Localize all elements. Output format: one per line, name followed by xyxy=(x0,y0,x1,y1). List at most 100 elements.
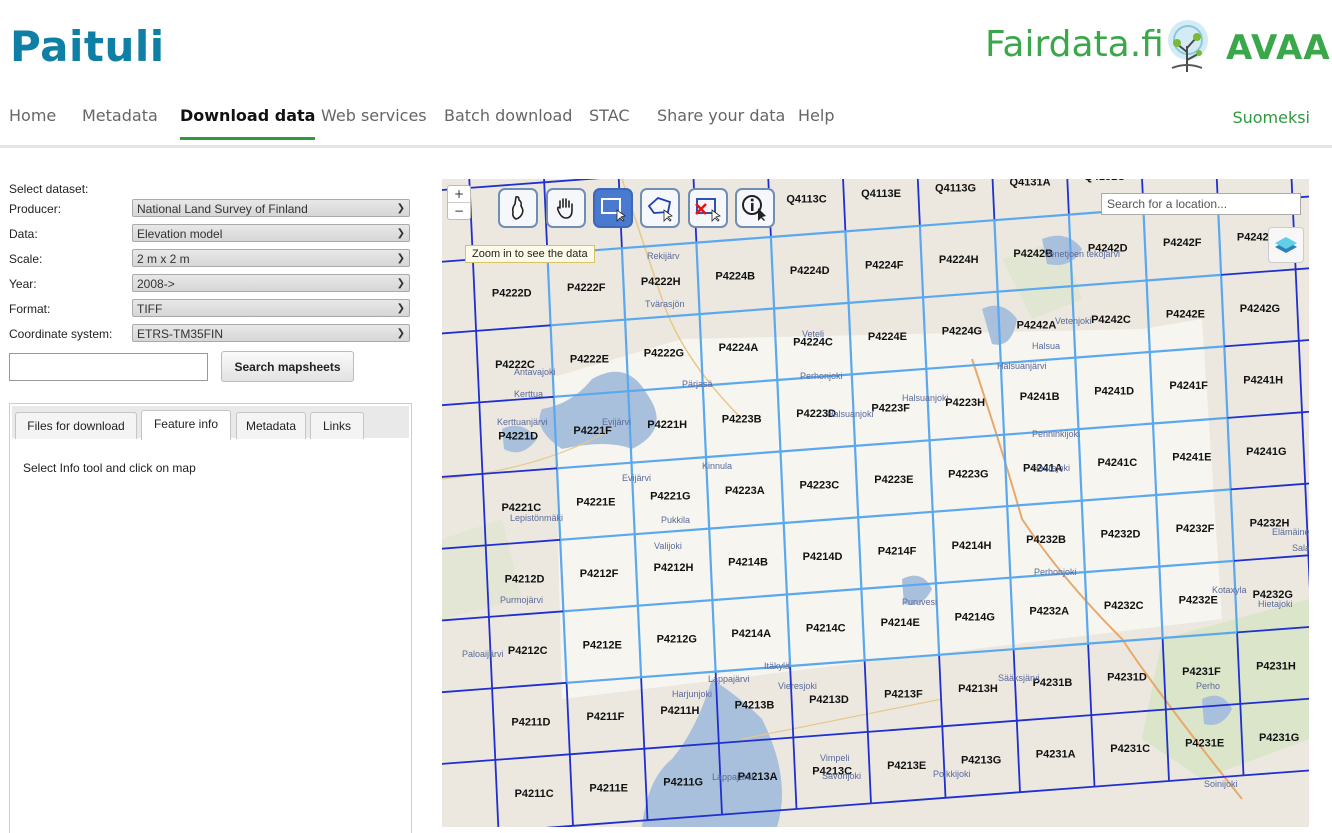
mapsheet-label: Q4131A xyxy=(1010,179,1051,189)
feature-info-text: Select Info tool and click on map xyxy=(23,461,196,475)
place-label: Lepistönmäki xyxy=(510,513,563,523)
mapsheet-label: P4224E xyxy=(868,331,907,343)
data-label: Data: xyxy=(9,227,38,241)
place-label: Sääksjärvi xyxy=(998,673,1040,683)
nav-divider xyxy=(0,145,1332,148)
search-mapsheets-button[interactable]: Search mapsheets xyxy=(221,351,354,382)
fairdata-logo[interactable]: Fairdata.fi xyxy=(985,24,1164,65)
nav-metadata[interactable]: Metadata xyxy=(82,106,158,137)
mapsheet-label: P4213F xyxy=(884,688,923,700)
mapsheet-label: P4224G xyxy=(942,325,982,337)
place-label: Venetjoen tekojärvi xyxy=(1044,249,1120,259)
mapsheet-search-input[interactable] xyxy=(9,353,208,381)
polygon-select-icon xyxy=(647,196,673,222)
mapsheet-label: P4242E xyxy=(1166,308,1205,320)
place-label: Perho xyxy=(1196,681,1220,691)
place-label: Penninkijoki xyxy=(1032,429,1080,439)
info-tool-button[interactable] xyxy=(735,188,775,228)
mapsheet-label: P4211G xyxy=(663,777,703,789)
mapsheet-label: P4232B xyxy=(1026,534,1066,546)
nav-home[interactable]: Home xyxy=(9,106,56,137)
place-label: Poikkijoki xyxy=(933,769,971,779)
finland-select-button[interactable] xyxy=(498,188,538,228)
producer-select[interactable]: National Land Survey of Finland ❯ xyxy=(132,199,410,217)
mapsheet-label: P4211D xyxy=(511,716,550,728)
mapsheet-label: P4242A xyxy=(1017,320,1057,332)
clear-selection-button[interactable] xyxy=(688,188,728,228)
mapsheet-label: P4231H xyxy=(1256,660,1296,672)
mapsheet-label: P4223B xyxy=(722,414,762,426)
mapsheet-label: P4231C xyxy=(1110,743,1150,755)
place-label: Halsuanjärvi xyxy=(997,361,1047,371)
mapsheet-label: P4222E xyxy=(570,353,609,365)
mapsheet-label: P4232E xyxy=(1179,594,1218,606)
paituli-logo[interactable]: Paituli xyxy=(10,22,165,71)
mapsheet-label: P4212E xyxy=(583,639,622,651)
nav-batch-download[interactable]: Batch download xyxy=(444,106,572,137)
data-select[interactable]: Elevation model ❯ xyxy=(132,224,410,242)
place-label: Kinnula xyxy=(702,461,732,471)
nav-stac[interactable]: STAC xyxy=(589,106,630,137)
format-select[interactable]: TIFF ❯ xyxy=(132,299,410,317)
zoom-in-button[interactable]: + xyxy=(448,186,470,202)
avaa-logo[interactable]: AVAA xyxy=(1226,28,1331,68)
tab-metadata[interactable]: Metadata xyxy=(236,412,306,439)
year-label: Year: xyxy=(9,277,37,291)
coordinate-system-value: ETRS-TM35FIN xyxy=(137,327,224,341)
place-label: Valijoki xyxy=(654,541,682,551)
coordinate-system-select[interactable]: ETRS-TM35FIN ❯ xyxy=(132,324,410,342)
mapsheet-label: P4221H xyxy=(647,419,687,431)
mapsheet-label: Q4113E xyxy=(861,188,901,200)
zoom-out-button[interactable]: − xyxy=(448,202,470,219)
place-label: Harjunjoki xyxy=(672,689,712,699)
scale-select[interactable]: 2 m x 2 m ❯ xyxy=(132,249,410,267)
nav-web-services[interactable]: Web services xyxy=(321,106,427,137)
place-label: Lappajärvi xyxy=(712,772,754,782)
mapsheet-label: P4232A xyxy=(1029,606,1069,618)
mapsheet-label: P4232C xyxy=(1104,600,1144,612)
mapsheet-label: P4214C xyxy=(806,622,846,634)
place-label: Kerttuanjärvi xyxy=(497,417,548,427)
polygon-select-button[interactable] xyxy=(640,188,680,228)
mapsheet-label: P4211E xyxy=(589,782,628,794)
map-canvas[interactable]: Q4113C Q4113E Q4113G Q4131A Q4131C P4222D P422… xyxy=(442,179,1309,827)
year-value: 2008-> xyxy=(137,277,175,291)
year-select[interactable]: 2008-> ❯ xyxy=(132,274,410,292)
data-value: Elevation model xyxy=(137,227,223,241)
clear-selection-icon xyxy=(695,198,721,222)
mapsheet-label: P4212C xyxy=(508,645,548,657)
mapsheet-label: P4224A xyxy=(719,342,759,354)
mapsheet-label: P4232D xyxy=(1101,529,1141,541)
layers-icon xyxy=(1275,237,1297,253)
place-label: Haarajoki xyxy=(1032,463,1070,473)
mapsheet-label: P4224D xyxy=(790,265,830,277)
place-label: Elämäinen xyxy=(1272,527,1309,537)
mapsheet-label: P4213G xyxy=(961,754,1001,766)
place-label: Evijärvi xyxy=(622,473,651,483)
place-label: Soinijoki xyxy=(1204,779,1238,789)
tab-files-for-download[interactable]: Files for download xyxy=(15,412,137,439)
format-label: Format: xyxy=(9,302,51,316)
mapsheet-label: Q4131C xyxy=(1084,179,1125,183)
tab-feature-info[interactable]: Feature info xyxy=(141,410,231,440)
place-label: Perhonjoki xyxy=(800,371,843,381)
mapsheet-label: P4223G xyxy=(948,468,988,480)
info-tool-icon xyxy=(742,195,766,221)
nav-download-data[interactable]: Download data xyxy=(180,106,316,140)
map-view[interactable]: Q4113C Q4113E Q4113G Q4131A Q4131C P4222D P422… xyxy=(442,179,1309,827)
rectangle-select-button[interactable] xyxy=(593,188,633,228)
nav-share-your-data[interactable]: Share your data xyxy=(657,106,785,137)
language-switch-link[interactable]: Suomeksi xyxy=(1232,108,1310,127)
nav-help[interactable]: Help xyxy=(798,106,834,137)
tab-links[interactable]: Links xyxy=(310,412,364,439)
layer-switcher-button[interactable] xyxy=(1268,227,1304,263)
fairdata-tree-logo-icon xyxy=(1168,20,1208,72)
place-label: Halsua xyxy=(1032,341,1060,351)
mapsheet-label: P4212G xyxy=(657,634,697,646)
pan-button[interactable] xyxy=(546,188,586,228)
finland-select-icon xyxy=(511,196,524,220)
mapsheet-label: P4241H xyxy=(1243,374,1283,386)
place-label: Vieresjoki xyxy=(778,681,817,691)
location-search-input[interactable]: Search for a location... xyxy=(1101,193,1301,215)
mapsheet-label: P4214E xyxy=(881,617,920,629)
